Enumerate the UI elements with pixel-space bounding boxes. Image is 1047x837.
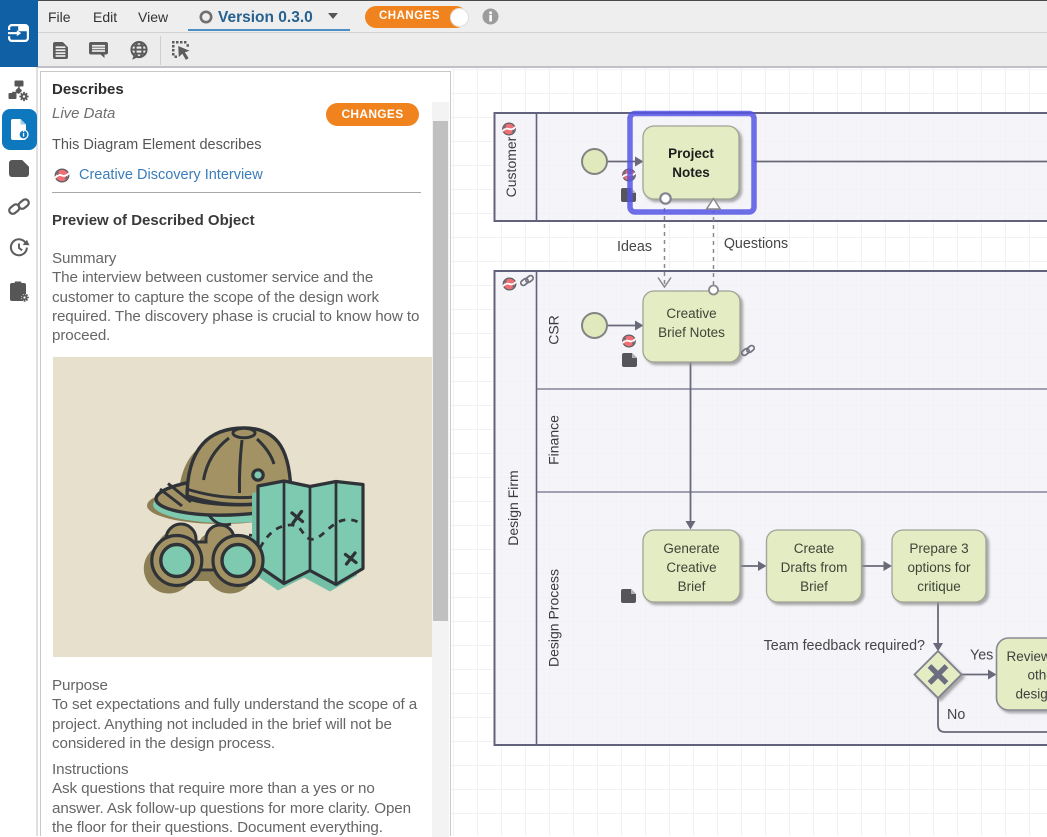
svg-text:Customer: Customer bbox=[503, 136, 519, 197]
svg-text:Questions: Questions bbox=[724, 236, 788, 252]
svg-text:Creative: Creative bbox=[666, 560, 716, 575]
svg-text:Brief Notes: Brief Notes bbox=[658, 325, 725, 340]
svg-text:Generate: Generate bbox=[663, 541, 719, 556]
svg-text:designers: designers bbox=[1016, 687, 1047, 702]
svg-text:other: other bbox=[1028, 668, 1047, 683]
svg-text:No: No bbox=[947, 707, 965, 723]
svg-text:CSR: CSR bbox=[546, 315, 562, 345]
svg-text:Brief: Brief bbox=[800, 579, 828, 594]
svg-text:critique: critique bbox=[917, 579, 961, 594]
svg-text:Notes: Notes bbox=[672, 165, 710, 180]
svg-text:Project: Project bbox=[668, 146, 714, 161]
svg-text:Drafts from: Drafts from bbox=[781, 560, 848, 575]
svg-text:Finance: Finance bbox=[546, 415, 562, 465]
svg-text:Prepare 3: Prepare 3 bbox=[909, 541, 968, 556]
svg-text:Create: Create bbox=[794, 541, 835, 556]
svg-text:Brief: Brief bbox=[678, 579, 706, 594]
svg-text:options for: options for bbox=[907, 560, 971, 575]
svg-text:Ideas: Ideas bbox=[617, 239, 652, 255]
svg-text:Yes: Yes bbox=[970, 648, 993, 664]
svg-text:Creative: Creative bbox=[666, 306, 716, 321]
svg-text:Design Firm: Design Firm bbox=[505, 470, 521, 545]
svg-text:Design Process: Design Process bbox=[546, 569, 562, 667]
svg-text:Team feedback required?: Team feedback required? bbox=[764, 638, 925, 654]
svg-text:Review with: Review with bbox=[1007, 649, 1047, 664]
